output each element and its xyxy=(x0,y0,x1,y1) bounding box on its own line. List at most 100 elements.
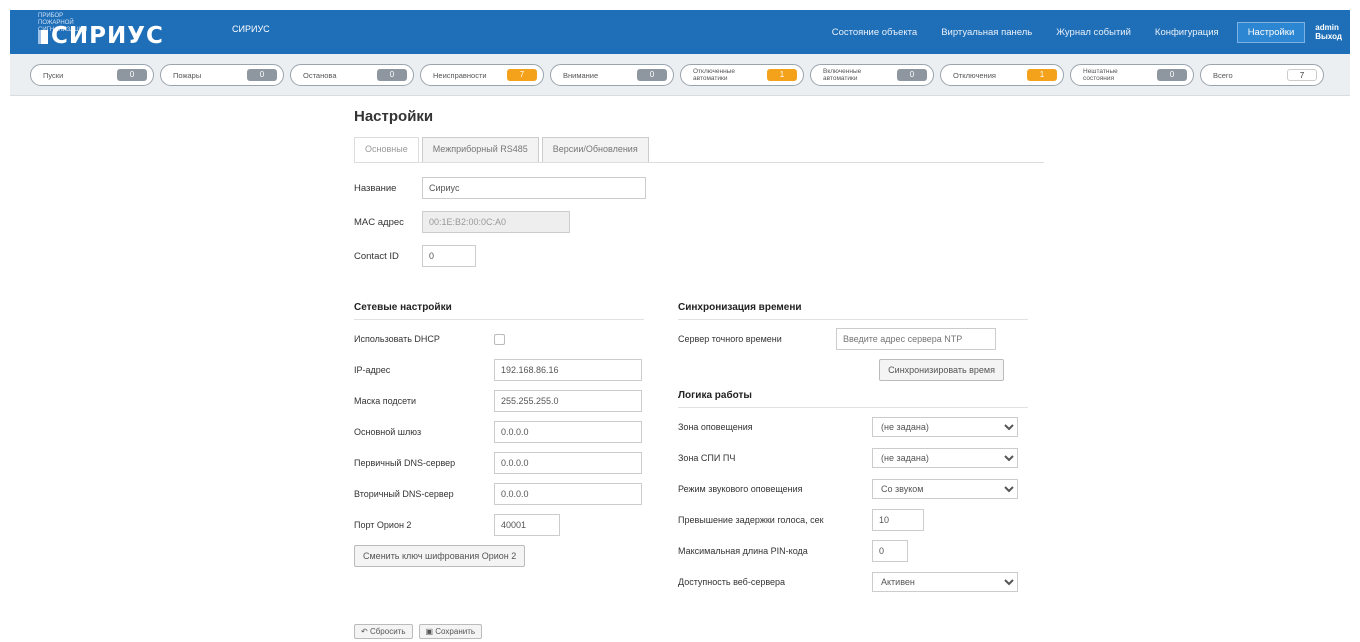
status-chip[interactable]: Пожары 0 xyxy=(160,64,284,86)
status-chip-label: Пожары xyxy=(173,70,202,80)
status-chip-count: 0 xyxy=(247,69,277,81)
nav-object-state[interactable]: Состояние объекта xyxy=(820,27,929,38)
sync-time-button[interactable]: Синхронизировать время xyxy=(879,359,1004,381)
undo-icon: ↶ xyxy=(361,627,370,636)
network-section-title: Сетевые настройки xyxy=(354,302,644,320)
name-row: Название xyxy=(354,175,1044,201)
ntp-label: Сервер точного времени xyxy=(678,334,782,344)
gateway-input[interactable] xyxy=(494,421,642,443)
status-chip-count: 1 xyxy=(1027,69,1057,81)
zone-alert-row: Зона оповещения (не задана) xyxy=(678,416,1028,438)
status-chip[interactable]: Останова 0 xyxy=(290,64,414,86)
pin-length-input[interactable] xyxy=(872,540,908,562)
time-and-logic: Синхронизация времени Сервер точного вре… xyxy=(678,302,1028,602)
logout-link[interactable]: Выход xyxy=(1315,32,1342,41)
voice-delay-input[interactable] xyxy=(872,509,924,531)
name-input[interactable] xyxy=(422,177,646,199)
reset-label: Сбросить xyxy=(369,627,406,636)
tab-versions[interactable]: Версии/Обновления xyxy=(541,137,649,162)
tab-general[interactable]: Основные xyxy=(354,137,419,162)
contact-id-input[interactable] xyxy=(422,245,476,267)
user-name: admin xyxy=(1315,23,1339,32)
dns2-input[interactable] xyxy=(494,483,642,505)
logic-section-title: Логика работы xyxy=(678,390,1028,408)
page-title: Настройки xyxy=(354,108,434,125)
dhcp-label: Использовать DHCP xyxy=(354,334,440,344)
web-server-select[interactable]: Активен xyxy=(872,572,1018,592)
status-chip-label: Внимание xyxy=(563,70,599,80)
status-chip[interactable]: Внимание 0 xyxy=(550,64,674,86)
mask-row: Маска подсети xyxy=(354,390,644,412)
status-chip-count: 0 xyxy=(897,69,927,81)
port-input[interactable] xyxy=(494,514,560,536)
status-chip-label: Отключенные автоматики xyxy=(693,68,735,82)
settings-page: Настройки Основные Межприборный RS485 Ве… xyxy=(354,108,1044,592)
status-chip-count: 0 xyxy=(637,69,667,81)
status-chip-count: 7 xyxy=(507,69,537,81)
sound-mode-select[interactable]: Со звуком xyxy=(872,479,1018,499)
dns2-label: Вторичный DNS-сервер xyxy=(354,489,454,499)
status-chip[interactable]: Включенные автоматики 0 xyxy=(810,64,934,86)
status-chip[interactable]: Отключения 1 xyxy=(940,64,1064,86)
user-menu[interactable]: admin Выход xyxy=(1311,23,1350,41)
port-row: Порт Орион 2 xyxy=(354,514,644,536)
status-chip[interactable]: Отключенные автоматики 1 xyxy=(680,64,804,86)
status-chip-count: 7 xyxy=(1287,69,1317,81)
status-chip[interactable]: Всего 7 xyxy=(1200,64,1324,86)
dhcp-row: Использовать DHCP xyxy=(354,328,644,350)
key-row: Сменить ключ шифрования Орион 2 xyxy=(354,545,644,567)
status-chip-count: 1 xyxy=(767,69,797,81)
nav-event-log[interactable]: Журнал событий xyxy=(1044,27,1143,38)
sync-row: Синхронизировать время xyxy=(678,359,1028,381)
dhcp-checkbox[interactable] xyxy=(494,333,505,345)
ntp-server-input[interactable] xyxy=(836,328,996,350)
main-nav: Состояние объекта Виртуальная панель Жур… xyxy=(820,10,1350,54)
web-server-row: Доступность веб-сервера Активен xyxy=(678,571,1028,593)
logo[interactable]: СИРИУС xyxy=(38,23,164,49)
save-icon: ▣ xyxy=(425,627,436,636)
status-bar: Пуски 0 Пожары 0 Останова 0 Неисправности 7 Вним… xyxy=(10,54,1350,96)
status-chip-count: 0 xyxy=(117,69,147,81)
network-settings: Сетевые настройки Использовать DHCP IP-а… xyxy=(354,302,644,576)
pin-length-label: Максимальная длина PIN-кода xyxy=(678,546,808,556)
port-label: Порт Орион 2 xyxy=(354,520,412,530)
status-chip-label: Включенные автоматики xyxy=(823,68,862,82)
status-chip[interactable]: Нештатные состояния 0 xyxy=(1070,64,1194,86)
change-key-button[interactable]: Сменить ключ шифрования Орион 2 xyxy=(354,545,526,567)
status-chip[interactable]: Пуски 0 xyxy=(30,64,154,86)
zone-spi-select[interactable]: (не задана) xyxy=(872,448,1018,468)
contact-id-label: Contact ID xyxy=(354,250,399,262)
mask-label: Маска подсети xyxy=(354,396,417,406)
contact-id-row: Contact ID xyxy=(354,243,1044,269)
ip-row: IP-адрес xyxy=(354,359,644,381)
mac-field xyxy=(422,211,570,233)
status-chip-label: Останова xyxy=(303,70,337,80)
status-chip-label: Неисправности xyxy=(433,70,487,80)
name-label: Название xyxy=(354,182,397,194)
status-chip-label: Отключения xyxy=(953,70,996,80)
mac-row: MAC адрес xyxy=(354,209,1044,235)
status-chip[interactable]: Неисправности 7 xyxy=(420,64,544,86)
mask-input[interactable] xyxy=(494,390,642,412)
status-chip-label: Нештатные состояния xyxy=(1083,68,1118,82)
logo-mark-icon xyxy=(38,30,48,44)
status-chip-label: Пуски xyxy=(43,70,64,80)
zone-spi-label: Зона СПИ ПЧ xyxy=(678,453,736,463)
dns1-row: Первичный DNS-сервер xyxy=(354,452,644,474)
zone-alert-select[interactable]: (не задана) xyxy=(872,417,1018,437)
mac-label: MAC адрес xyxy=(354,216,404,228)
ntp-row: Сервер точного времени xyxy=(678,328,1028,350)
web-server-label: Доступность веб-сервера xyxy=(678,577,786,587)
nav-configuration[interactable]: Конфигурация xyxy=(1143,27,1231,38)
dns1-input[interactable] xyxy=(494,452,642,474)
nav-settings[interactable]: Настройки xyxy=(1236,21,1306,43)
gateway-label: Основной шлюз xyxy=(354,427,422,437)
save-button[interactable]: ▣ Сохранить xyxy=(418,624,483,639)
ip-input[interactable] xyxy=(494,359,642,381)
tab-rs485[interactable]: Межприборный RS485 xyxy=(421,137,539,162)
voice-delay-row: Превышение задержки голоса, сек xyxy=(678,509,1028,531)
reset-button[interactable]: ↶ Сбросить xyxy=(354,624,413,639)
status-chip-count: 0 xyxy=(1157,69,1187,81)
dns2-row: Вторичный DNS-сервер xyxy=(354,483,644,505)
nav-virtual-panel[interactable]: Виртуальная панель xyxy=(929,27,1044,38)
